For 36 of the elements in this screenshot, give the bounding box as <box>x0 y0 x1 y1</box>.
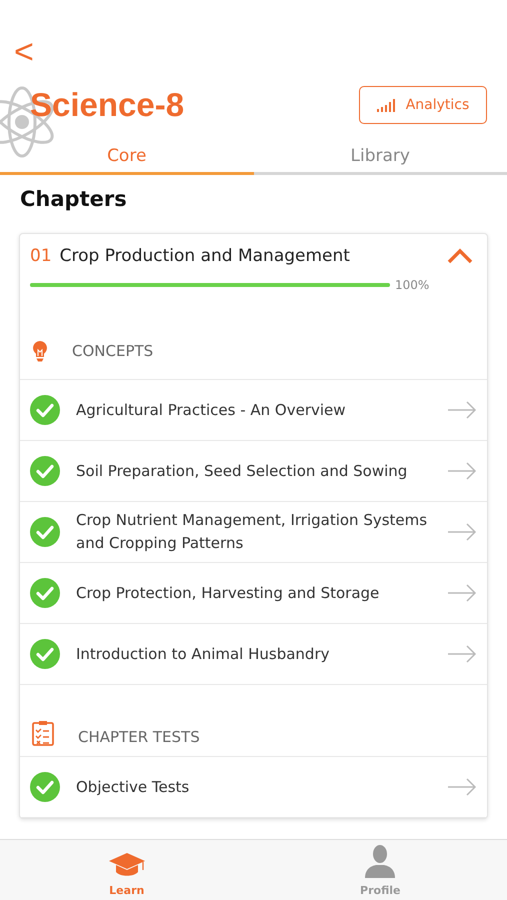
list-row[interactable]: Introduction to Animal Husbandry <box>20 624 487 685</box>
person-icon <box>364 844 396 878</box>
row-label: Crop Nutrient Management, Irrigation Systems and Cropping Patterns <box>76 510 428 554</box>
progress-reading: 100% <box>395 278 430 292</box>
lightbulb-icon <box>32 340 48 362</box>
section-heading: CONCEPTS <box>72 342 154 360</box>
row-label: Introduction to Animal Husbandry <box>76 644 330 664</box>
section-title: Chapters <box>20 187 128 211</box>
check-icon <box>30 639 60 669</box>
check-icon <box>30 578 60 608</box>
arrow-icon <box>447 401 477 419</box>
chapter-title[interactable]: 01 Crop Production and Management <box>30 246 447 266</box>
list-row[interactable]: Objective Tests <box>20 757 487 818</box>
row-label: Soil Preparation, Seed Selection and Sowing <box>76 460 408 482</box>
page-title: Science-8 <box>30 86 184 124</box>
tab[interactable]: Library <box>254 138 507 175</box>
clipboard-icon <box>32 720 54 746</box>
list-row[interactable]: Soil Preparation, Seed Selection and Sowing <box>20 441 487 502</box>
section-heading: CHAPTER TESTS <box>78 728 200 746</box>
arrow-icon <box>447 645 477 663</box>
row-label: Crop Protection, Harvesting and Storage <box>76 582 380 604</box>
check-icon <box>30 772 60 802</box>
list-row[interactable]: Agricultural Practices - An Overview <box>20 380 487 441</box>
list-row[interactable]: Crop Nutrient Management, Irrigation Systems and Cropping Patterns <box>20 502 487 563</box>
check-icon <box>30 395 60 425</box>
arrow-icon <box>447 778 477 796</box>
graduation-cap-icon <box>108 852 146 878</box>
row-label: Agricultural Practices - An Overview <box>76 400 347 420</box>
arrow-icon <box>447 523 477 541</box>
arrow-icon <box>447 584 477 602</box>
list-row[interactable]: Crop Protection, Harvesting and Storage <box>20 563 487 624</box>
check-icon <box>30 517 60 547</box>
check-icon <box>30 456 60 486</box>
chevron-up-icon[interactable] <box>447 248 473 264</box>
row-label: Objective Tests <box>76 776 190 798</box>
arrow-icon <box>447 462 477 480</box>
